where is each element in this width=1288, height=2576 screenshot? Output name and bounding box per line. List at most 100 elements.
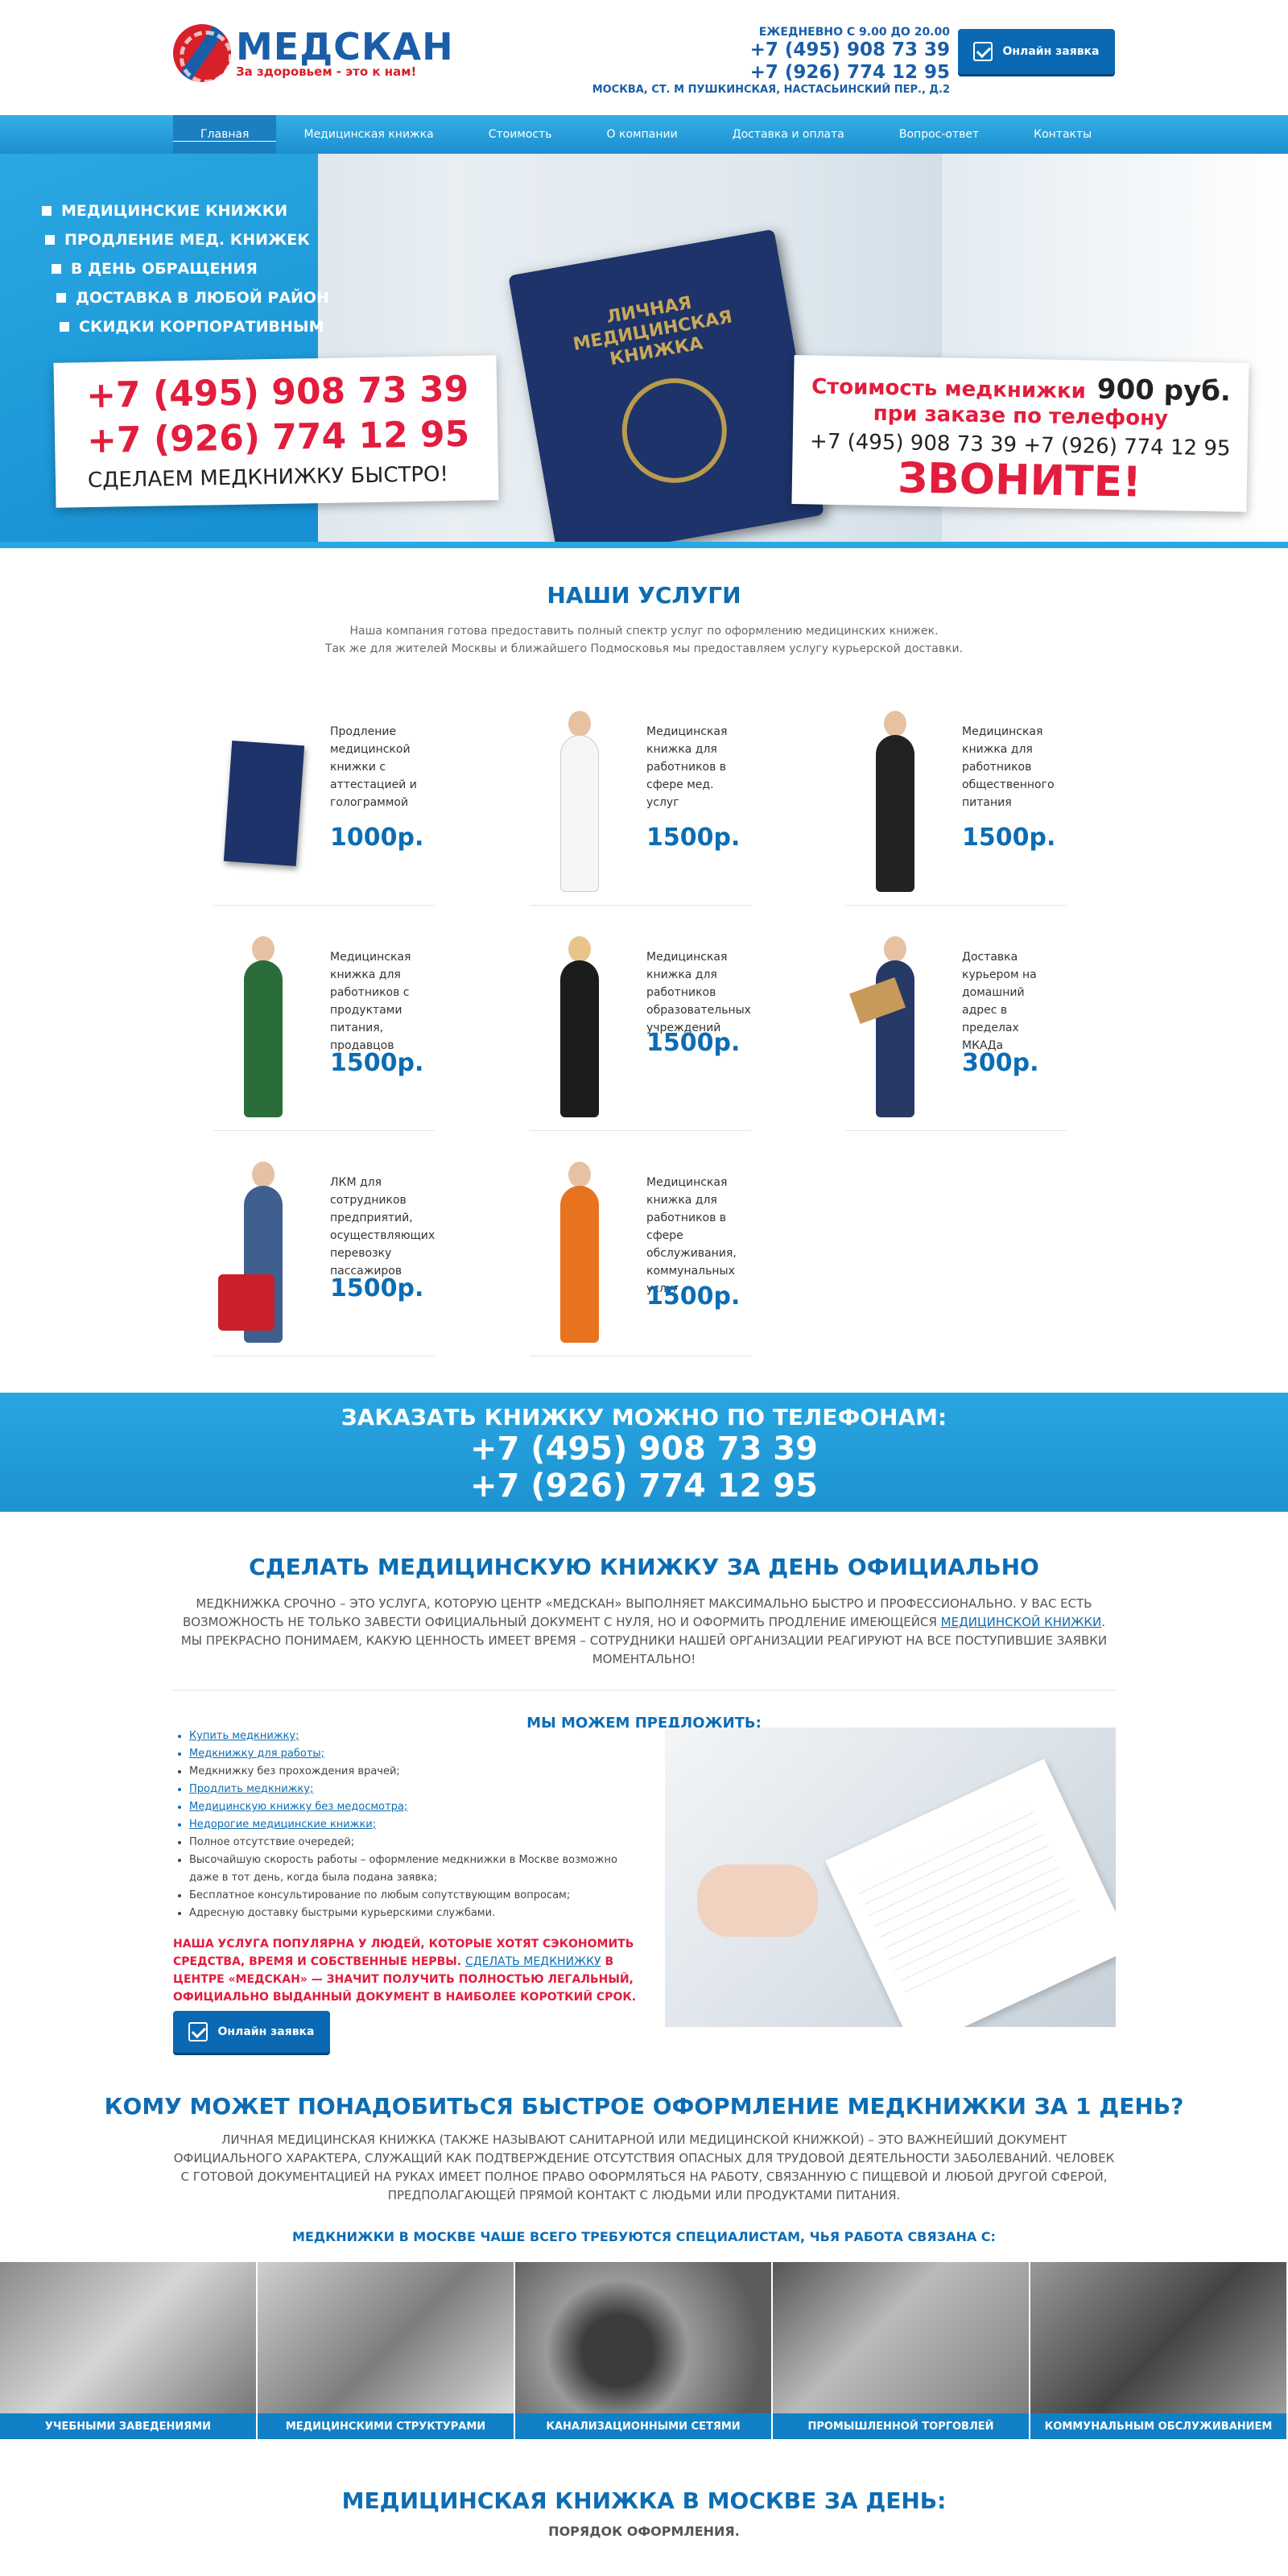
- offer-item[interactable]: Продлить медкнижку;: [189, 1781, 640, 1798]
- service-text: Медицинская книжка для работников общест…: [962, 725, 1055, 809]
- offer-note: НАША УСЛУГА ПОПУЛЯРНА У ЛЮДЕЙ, КОТОРЫЕ Х…: [173, 1935, 648, 2006]
- service-price: 1500р.: [646, 1029, 741, 1057]
- service-text: Доставка курьером на домашний адрес в пр…: [962, 951, 1037, 1052]
- profession-label: МЕДИЦИНСКИМИ СТРУКТУРАМИ: [258, 2413, 514, 2439]
- service-price: 1000р.: [330, 824, 424, 852]
- nav-item-contacts[interactable]: Контакты: [1006, 115, 1119, 154]
- price-label: Стоимость медкнижки: [811, 374, 1087, 404]
- med-book-image: ЛИЧНАЯ МЕДИЦИНСКАЯ КНИЖКА: [508, 229, 824, 542]
- procedure-subtitle: ПОРЯДОК ОФОРМЛЕНИЯ.: [548, 2524, 740, 2539]
- nav-item-faq[interactable]: Вопрос-ответ: [872, 115, 1006, 154]
- profession-label: УЧЕБНЫМИ ЗАВЕДЕНИЯМИ: [0, 2413, 256, 2439]
- profession-label: КОММУНАЛЬНЫМ ОБСЛУЖИВАНИЕМ: [1030, 2413, 1286, 2439]
- call-text: ЗВОНИТЕ!: [897, 454, 1142, 507]
- order-phone-1[interactable]: +7 (495) 908 73 39: [0, 1430, 1288, 1468]
- courier-figure: [848, 936, 934, 1121]
- offer-item[interactable]: Медицинскую книжку без медосмотра;: [189, 1798, 640, 1816]
- hero-benefit: В ДЕНЬ ОБРАЩЕНИЯ: [52, 260, 329, 278]
- site-header: МЕДСКАН За здоровьем - это к нам! ЕЖЕДНЕ…: [0, 0, 1288, 115]
- who-title: КОМУ МОЖЕТ ПОНАДОБИТЬСЯ БЫСТРОЕ ОФОРМЛЕН…: [104, 2093, 1184, 2120]
- teacher-figure: [538, 936, 618, 1121]
- header-phone-2[interactable]: +7 (926) 774 12 95: [592, 61, 950, 84]
- service-text: Медицинская книжка для работников с прод…: [330, 951, 411, 1052]
- online-request-button-2[interactable]: Онлайн заявка: [173, 2011, 330, 2053]
- nav-item-about[interactable]: О компании: [580, 115, 705, 154]
- services-intro: Наша компания готова предоставить полный…: [0, 622, 1288, 658]
- offer-item: Полное отсутствие очередей;: [189, 1834, 640, 1852]
- service-text: Медицинская книжка для работников образо…: [646, 951, 751, 1034]
- clipboard-image: [825, 1758, 1116, 2027]
- services-intro-line: Так же для жителей Москвы и ближайшего П…: [324, 642, 964, 655]
- profession-tile: ПРОМЫШЛЕННОЙ ТОРГОВЛЕЙ: [773, 2262, 1030, 2439]
- service-card[interactable]: ЛКМ для сотрудников предприятий, осущест…: [213, 1137, 435, 1356]
- hero-phone-1[interactable]: +7 (495) 908 73 39: [86, 366, 497, 419]
- hero-phone-2[interactable]: +7 (926) 774 12 95: [87, 411, 498, 464]
- hands-image: [697, 1864, 818, 1937]
- work-hours: ЕЖЕДНЕВНО С 9.00 ДО 20.00: [758, 26, 950, 39]
- offer-item: Высочайшую скорость работы – оформление …: [189, 1852, 640, 1887]
- service-price: 1500р.: [646, 824, 741, 852]
- offer-item[interactable]: Медкнижку для работы;: [189, 1745, 640, 1763]
- main-nav: Главная Медицинская книжка Стоимость О к…: [0, 115, 1288, 154]
- hero-phones-card: +7 (495) 908 73 39 +7 (926) 774 12 95 СД…: [53, 355, 499, 508]
- hero-benefit: МЕДИЦИНСКИЕ КНИЖКИ: [42, 202, 329, 220]
- profession-tile: МЕДИЦИНСКИМИ СТРУКТУРАМИ: [258, 2262, 515, 2439]
- brand-name: МЕДСКАН: [236, 25, 454, 68]
- nav-label: Стоимость: [488, 128, 552, 141]
- hero-price-card: Стоимость медкнижки 900 руб. при заказе п…: [791, 355, 1249, 512]
- service-price: 1500р.: [962, 824, 1056, 852]
- offer-item[interactable]: Купить медкнижку;: [189, 1728, 640, 1745]
- nav-label: Контакты: [1034, 128, 1092, 141]
- service-card[interactable]: Медицинская книжка для работников в сфер…: [530, 687, 751, 906]
- service-text: ЛКМ для сотрудников предприятий, осущест…: [330, 1176, 436, 1278]
- med-book-link[interactable]: МЕДИЦИНСКОЙ КНИЖКИ: [941, 1615, 1102, 1629]
- service-card[interactable]: Медицинская книжка для работников в сфер…: [530, 1137, 751, 1356]
- online-request-button[interactable]: Онлайн заявка: [958, 29, 1115, 74]
- who-needs-section: КОМУ МОЖЕТ ПОНАДОБИТЬСЯ БЫСТРОЕ ОФОРМЛЕН…: [0, 2093, 1288, 2244]
- hero-fast-text: СДЕЛАЕМ МЕДКНИЖКУ БЫСТРО!: [87, 462, 449, 493]
- service-price: 300р.: [962, 1049, 1039, 1077]
- header-phone-1[interactable]: +7 (495) 908 73 39: [592, 39, 950, 61]
- nav-label: Вопрос-ответ: [898, 128, 980, 141]
- service-card[interactable]: Медицинская книжка для работников образо…: [530, 912, 751, 1131]
- nav-label: Доставка и оплата: [732, 128, 844, 141]
- checkbox-icon: [188, 2022, 208, 2041]
- service-card[interactable]: Продление медицинской книжки с аттестаци…: [213, 687, 435, 906]
- one-day-section: СДЕЛАТЬ МЕДИЦИНСКУЮ КНИЖКУ ЗА ДЕНЬ ОФИЦИ…: [0, 1554, 1288, 2053]
- med-book-title: ЛИЧНАЯ МЕДИЦИНСКАЯ КНИЖКА: [572, 292, 734, 370]
- logo[interactable]: МЕДСКАН За здоровьем - это к нам!: [173, 24, 454, 82]
- offer-item: Бесплатное консультирование по любым соп…: [189, 1887, 640, 1905]
- nav-label: О компании: [606, 128, 678, 141]
- doctor-figure: [538, 711, 618, 896]
- service-text: Медицинская книжка для работников в сфер…: [646, 1176, 737, 1295]
- hero-banner: МЕДИЦИНСКИЕ КНИЖКИ ПРОДЛЕНИЕ МЕД. КНИЖЕК…: [0, 154, 1288, 542]
- make-med-book-link[interactable]: СДЕЛАТЬ МЕДКНИЖКУ: [465, 1955, 601, 1968]
- procedure-title: МЕДИЦИНСКАЯ КНИЖКА В МОСКВЕ ЗА ДЕНЬ:: [341, 2487, 947, 2514]
- order-phone-2[interactable]: +7 (926) 774 12 95: [0, 1468, 1288, 1505]
- nav-item-price[interactable]: Стоимость: [461, 115, 580, 154]
- offer-item: Медкнижку без прохождения врачей;: [189, 1763, 640, 1781]
- nav-item-delivery[interactable]: Доставка и оплата: [705, 115, 872, 154]
- waiter-figure: [853, 711, 934, 896]
- offer-item[interactable]: Недорогие медицинские книжки;: [189, 1816, 640, 1834]
- service-text: Продление медицинской книжки с аттестаци…: [330, 725, 417, 809]
- one-day-title: СДЕЛАТЬ МЕДИЦИНСКУЮ КНИЖКУ ЗА ДЕНЬ ОФИЦИ…: [249, 1554, 1039, 1580]
- profession-label: КАНАЛИЗАЦИОННЫМИ СЕТЯМИ: [515, 2413, 771, 2439]
- nav-item-home[interactable]: Главная: [173, 115, 277, 154]
- nav-label: Медицинская книжка: [303, 128, 434, 141]
- services-intro-line: Наша компания готова предоставить полный…: [349, 625, 939, 638]
- nav-item-med-book[interactable]: Медицинская книжка: [276, 115, 460, 154]
- who-subtitle: МЕДКНИЖКИ В МОСКВЕ ЧАШЕ ВСЕГО ТРЕБУЮТСЯ …: [292, 2229, 996, 2244]
- service-card[interactable]: Медицинская книжка для работников с прод…: [213, 912, 435, 1131]
- seller-figure: [221, 936, 302, 1121]
- price-value: 900 руб.: [1096, 373, 1232, 408]
- hero-benefits: МЕДИЦИНСКИЕ КНИЖКИ ПРОДЛЕНИЕ МЕД. КНИЖЕК…: [42, 202, 329, 347]
- online-request-label: Онлайн заявка: [1002, 45, 1100, 58]
- service-card[interactable]: Доставка курьером на домашний адрес в пр…: [845, 912, 1067, 1131]
- online-request-label: Онлайн заявка: [217, 2025, 315, 2038]
- service-card[interactable]: Медицинская книжка для работников общест…: [845, 687, 1067, 906]
- hero-benefit: СКИДКИ КОРПОРАТИВНЫМ: [60, 318, 329, 336]
- checkbox-icon: [973, 42, 993, 61]
- hero-benefit: ДОСТАВКА В ЛЮБОЙ РАЙОН: [56, 289, 329, 307]
- logo-icon: [173, 24, 231, 82]
